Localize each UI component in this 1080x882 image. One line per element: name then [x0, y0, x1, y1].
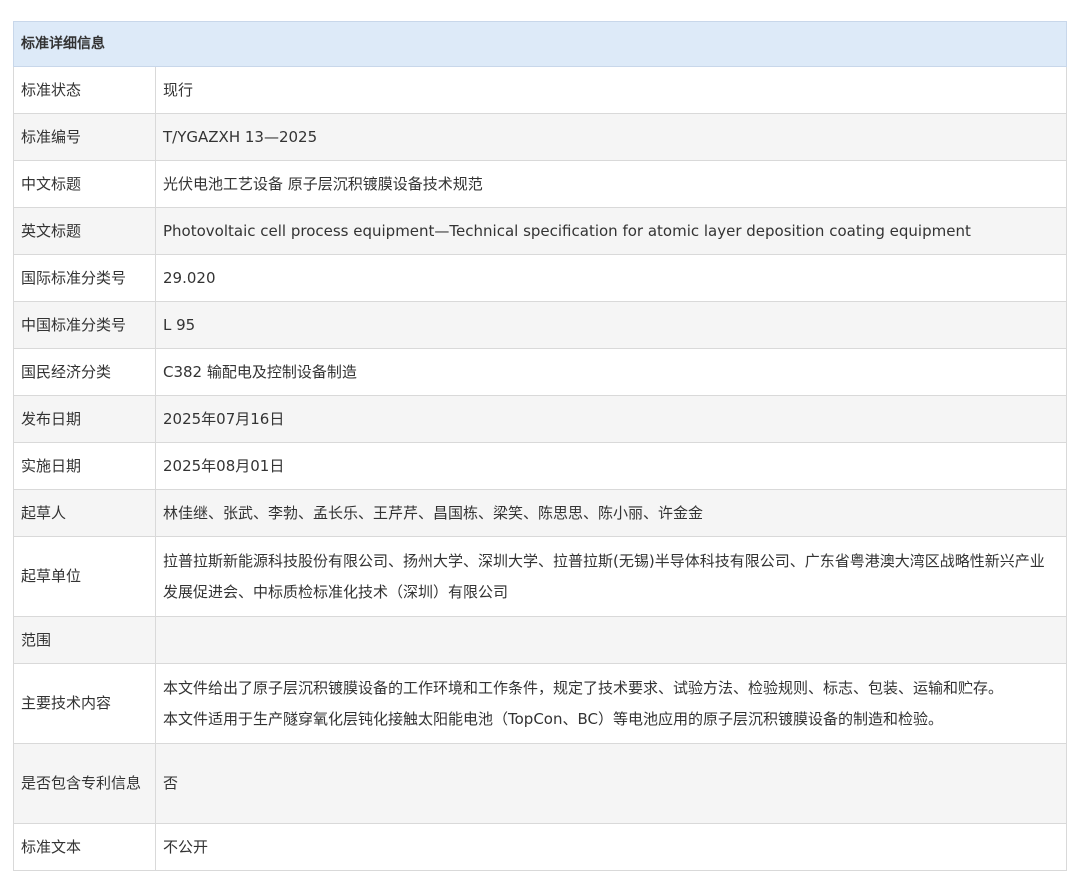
row-value: 光伏电池工艺设备 原子层沉积镀膜设备技术规范 — [155, 160, 1067, 208]
row-label: 主要技术内容 — [13, 663, 156, 744]
row-value-text: 否 — [163, 774, 179, 792]
row-value-text: 光伏电池工艺设备 原子层沉积镀膜设备技术规范 — [163, 174, 483, 193]
table-row: 实施日期 2025年08月01日 — [13, 442, 1067, 490]
table-header-row: 标准详细信息 — [13, 21, 1067, 67]
row-value-text: 发展促进会、中标质检标准化技术（深圳）有限公司 — [163, 582, 509, 601]
row-value: 不公开 — [155, 823, 1067, 871]
table-row: 发布日期 2025年07月16日 — [13, 395, 1067, 443]
row-label: 范围 — [13, 616, 156, 664]
row-value — [155, 616, 1067, 664]
row-value: 2025年07月16日 — [155, 395, 1067, 443]
row-value-text: Photovoltaic cell process equipment—Tech… — [163, 221, 971, 240]
row-label: 标准编号 — [13, 113, 156, 161]
row-label: 标准状态 — [13, 66, 156, 114]
table-row: 中国标准分类号 L 95 — [13, 301, 1067, 349]
table-row: 中文标题 光伏电池工艺设备 原子层沉积镀膜设备技术规范 — [13, 160, 1067, 208]
table-row: 起草单位 拉普拉斯新能源科技股份有限公司、扬州大学、深圳大学、拉普拉斯(无锡)半… — [13, 536, 1067, 617]
standard-detail-table: 标准详细信息 标准状态 现行 标准编号 T/YGAZXH 13—2025 中文标… — [13, 21, 1067, 871]
row-label: 国际标准分类号 — [13, 254, 156, 302]
row-label: 中国标准分类号 — [13, 301, 156, 349]
table-row: 是否包含专利信息 否 — [13, 743, 1067, 824]
row-value: 现行 — [155, 66, 1067, 114]
row-label: 是否包含专利信息 — [13, 743, 156, 824]
row-value-text: 29.020 — [163, 268, 216, 287]
row-label: 中文标题 — [13, 160, 156, 208]
row-value: 29.020 — [155, 254, 1067, 302]
row-value: 林佳继、张武、李勃、孟长乐、王芹芹、昌国栋、梁笑、陈思思、陈小丽、许金金 — [155, 489, 1067, 537]
table-header-title: 标准详细信息 — [13, 21, 1067, 67]
table-row: 标准文本 不公开 — [13, 823, 1067, 871]
row-value-text: C382 输配电及控制设备制造 — [163, 362, 357, 381]
table-row: 范围 — [13, 616, 1067, 664]
row-label: 国民经济分类 — [13, 348, 156, 396]
row-value-text: 现行 — [163, 80, 194, 99]
row-label: 发布日期 — [13, 395, 156, 443]
row-value-text: L 95 — [163, 315, 196, 334]
row-value-text: 拉普拉斯新能源科技股份有限公司、扬州大学、深圳大学、拉普拉斯(无锡)半导体科技有… — [163, 551, 1045, 570]
row-value-text: 本文件适用于生产隧穿氧化层钝化接触太阳能电池（TopCon、BC）等电池应用的原… — [163, 709, 943, 728]
row-label: 标准文本 — [13, 823, 156, 871]
row-label: 起草单位 — [13, 536, 156, 617]
row-value: 2025年08月01日 — [155, 442, 1067, 490]
row-value: C382 输配电及控制设备制造 — [155, 348, 1067, 396]
table-row: 国民经济分类 C382 输配电及控制设备制造 — [13, 348, 1067, 396]
row-value-text: 不公开 — [163, 837, 209, 856]
row-value: L 95 — [155, 301, 1067, 349]
row-value-text: 2025年07月16日 — [163, 409, 285, 428]
table-row: 标准编号 T/YGAZXH 13—2025 — [13, 113, 1067, 161]
row-value: Photovoltaic cell process equipment—Tech… — [155, 207, 1067, 255]
row-value: 否 — [155, 743, 1067, 824]
row-value-text: 林佳继、张武、李勃、孟长乐、王芹芹、昌国栋、梁笑、陈思思、陈小丽、许金金 — [163, 503, 704, 522]
row-label: 起草人 — [13, 489, 156, 537]
row-value: T/YGAZXH 13—2025 — [155, 113, 1067, 161]
table-row: 主要技术内容 本文件给出了原子层沉积镀膜设备的工作环境和工作条件，规定了技术要求… — [13, 663, 1067, 744]
table-row: 标准状态 现行 — [13, 66, 1067, 114]
standard-detail-panel: 标准详细信息 标准状态 现行 标准编号 T/YGAZXH 13—2025 中文标… — [13, 21, 1067, 871]
row-value-text: 本文件给出了原子层沉积镀膜设备的工作环境和工作条件，规定了技术要求、试验方法、检… — [163, 678, 1004, 697]
row-value-text: 2025年08月01日 — [163, 456, 285, 475]
row-label: 英文标题 — [13, 207, 156, 255]
row-label: 实施日期 — [13, 442, 156, 490]
row-value: 本文件给出了原子层沉积镀膜设备的工作环境和工作条件，规定了技术要求、试验方法、检… — [155, 663, 1067, 744]
row-value: 拉普拉斯新能源科技股份有限公司、扬州大学、深圳大学、拉普拉斯(无锡)半导体科技有… — [155, 536, 1067, 617]
table-row: 国际标准分类号 29.020 — [13, 254, 1067, 302]
row-value-text: T/YGAZXH 13—2025 — [163, 127, 318, 146]
table-row: 起草人 林佳继、张武、李勃、孟长乐、王芹芹、昌国栋、梁笑、陈思思、陈小丽、许金金 — [13, 489, 1067, 537]
table-row: 英文标题 Photovoltaic cell process equipment… — [13, 207, 1067, 255]
